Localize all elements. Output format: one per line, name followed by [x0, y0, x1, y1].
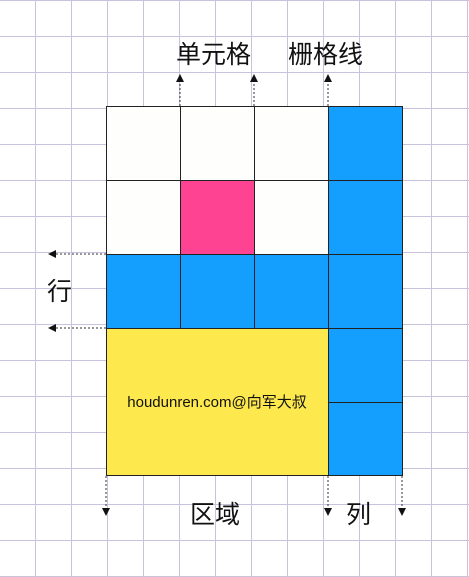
- cell-label: 单元格: [176, 40, 252, 69]
- grid-line-label: 栅格线: [288, 40, 364, 69]
- area-label: 区域: [190, 500, 241, 529]
- column-label: 列: [346, 500, 372, 529]
- row-label: 行: [47, 277, 73, 306]
